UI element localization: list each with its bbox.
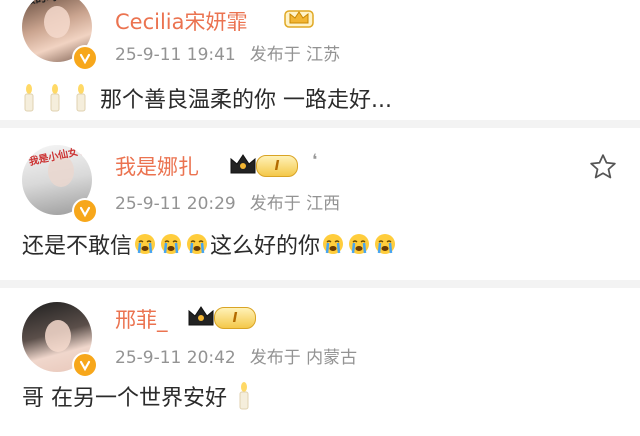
candle-icon <box>239 382 249 410</box>
username[interactable]: 我是娜扎 <box>115 151 199 181</box>
location: 发布于 江苏 <box>249 45 341 65</box>
username[interactable]: Cecilia宋妍霏 <box>115 6 248 36</box>
comment-body: 那个善良温柔的你 一路走好... <box>100 88 392 113</box>
comment-text: 还是不敢信 这么好的你 <box>22 228 398 260</box>
divider <box>0 280 640 288</box>
quote-icon: ❛ <box>312 150 318 169</box>
vip-level-badge: I <box>256 155 298 177</box>
star-icon[interactable] <box>588 152 618 182</box>
crown-icon <box>188 306 214 326</box>
comment-body-part-1: 还是不敢信 <box>22 234 133 259</box>
comment-text: 哥 在另一个世界安好 <box>22 380 263 412</box>
verified-badge-icon <box>72 45 98 71</box>
candle-icon <box>50 84 60 112</box>
comment-body-part-2: 这么好的你 <box>210 234 321 259</box>
candle-icon <box>76 84 86 112</box>
comment-item: 邢菲_ I 25-9-11 20:42 发布于 内蒙古 哥 在另一个世界安好 <box>0 288 640 436</box>
comment-meta: 25-9-11 20:29 发布于 江西 <box>115 189 340 214</box>
crying-emoji-icon <box>161 234 182 254</box>
timestamp: 25-9-11 19:41 <box>115 45 236 65</box>
candle-icon <box>24 84 34 112</box>
crown-icon <box>230 154 256 174</box>
crying-emoji-icon <box>135 234 156 254</box>
vip-level-badge: I <box>214 307 256 329</box>
timestamp: 25-9-11 20:42 <box>115 348 236 368</box>
crying-emoji-icon <box>349 234 370 254</box>
comment-item: 假的吗 Cecilia宋妍霏 25-9-11 19:41发布于 江苏 那个善良温… <box>0 0 640 120</box>
crown-icon <box>284 10 314 28</box>
location: 发布于 内蒙古 <box>249 348 358 368</box>
timestamp: 25-9-11 20:29 <box>115 194 236 214</box>
comment-text: 那个善良温柔的你 一路走好... <box>22 82 392 114</box>
divider <box>0 120 640 128</box>
location: 发布于 江西 <box>249 194 341 214</box>
crying-emoji-icon <box>187 234 208 254</box>
verified-badge-icon <box>72 198 98 224</box>
username[interactable]: 邢菲_ <box>115 304 168 334</box>
comment-item: 我是小仙女了 我是娜扎 I ❛ 25-9-11 20:29 发布于 江西 还是不敢… <box>0 128 640 280</box>
comment-meta: 25-9-11 20:42 发布于 内蒙古 <box>115 343 357 368</box>
comment-meta: 25-9-11 19:41 发布于 江苏 <box>115 40 340 65</box>
crying-emoji-icon <box>323 234 344 254</box>
avatar-face <box>45 320 71 352</box>
verified-badge-icon <box>72 352 98 378</box>
avatar-face <box>44 6 70 38</box>
comment-body: 哥 在另一个世界安好 <box>22 386 227 411</box>
crying-emoji-icon <box>375 234 396 254</box>
